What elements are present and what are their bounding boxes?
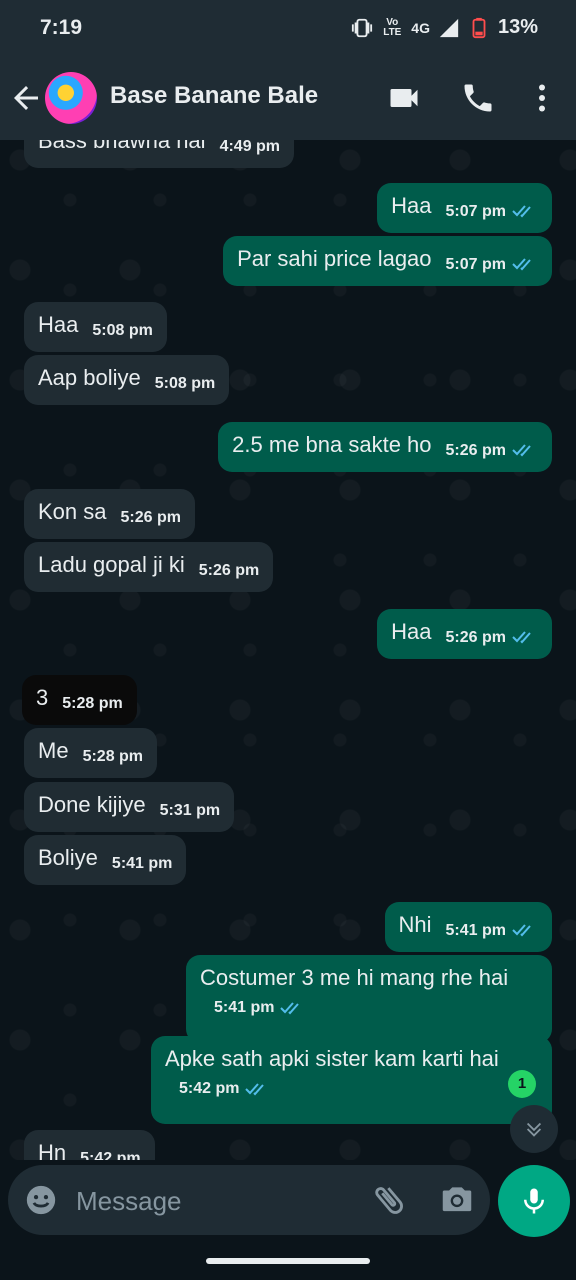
message-in[interactable]: 3 5:28 pm xyxy=(22,675,137,725)
avatar[interactable] xyxy=(45,72,97,124)
message-time: 5:41 pm xyxy=(445,922,506,939)
message-out[interactable]: Apke sath apki sister kam karti hai 5:42… xyxy=(151,1036,552,1124)
message-time: 5:28 pm xyxy=(62,695,123,712)
message-out[interactable]: Par sahi price lagao 5:07 pm xyxy=(223,236,552,286)
message-text: 2.5 me bna sakte ho xyxy=(232,432,432,457)
message-text: Aap boliye xyxy=(38,365,141,390)
message-time: 5:07 pm xyxy=(445,203,506,220)
status-bar: 7:19 Vo LTE 4G 13% xyxy=(0,0,576,58)
message-in[interactable]: Haa 5:08 pm xyxy=(24,302,167,352)
message-time: 5:31 pm xyxy=(159,802,221,819)
message-time: 5:26 pm xyxy=(120,509,181,526)
battery-percent: 13% xyxy=(497,16,538,38)
message-in[interactable]: Boliye 5:41 pm xyxy=(24,835,187,885)
message-time: 5:08 pm xyxy=(92,322,153,339)
chat-header: Base Banane Bale xyxy=(0,58,576,140)
read-ticks-icon xyxy=(512,183,538,219)
network-label: 4G xyxy=(411,19,430,36)
read-ticks-icon xyxy=(280,1000,306,1016)
message-meta: 5:42 pm xyxy=(165,1080,271,1098)
contact-name[interactable]: Base Banane Bale xyxy=(110,82,318,110)
attach-icon[interactable] xyxy=(370,1181,408,1219)
message-out[interactable]: Nhi 5:41 pm xyxy=(384,902,552,952)
message-out[interactable]: Costumer 3 me hi mang rhe hai 5:41 pm xyxy=(186,955,552,1043)
message-text: Haa xyxy=(391,193,432,218)
status-time: 7:19 xyxy=(40,16,83,39)
read-ticks-icon xyxy=(512,609,538,645)
battery-icon xyxy=(472,17,486,38)
read-ticks-icon xyxy=(245,1081,271,1097)
message-text: Boliye xyxy=(38,845,98,870)
message-time: 5:42 pm xyxy=(179,1080,240,1097)
camera-icon[interactable] xyxy=(438,1181,476,1219)
message-text: Haa xyxy=(391,619,432,644)
message-time: 5:41 pm xyxy=(214,999,275,1016)
message-time: 4:49 pm xyxy=(219,140,281,155)
message-text: Apke sath apki sister kam karti hai xyxy=(165,1046,499,1071)
message-in[interactable]: Me 5:28 pm xyxy=(24,728,158,778)
home-indicator[interactable] xyxy=(206,1258,370,1264)
message-input-bar xyxy=(8,1165,490,1235)
message-input[interactable] xyxy=(74,1183,358,1219)
message-time: 5:26 pm xyxy=(445,442,506,459)
phone-icon[interactable] xyxy=(460,80,496,116)
scroll-to-bottom-button[interactable] xyxy=(510,1105,558,1153)
message-text: Kon sa xyxy=(38,499,107,524)
message-in[interactable]: Ladu gopal ji ki 5:26 pm xyxy=(24,542,274,592)
message-text: Costumer 3 me hi mang rhe hai xyxy=(200,965,509,990)
mic-icon xyxy=(524,1188,544,1214)
vibrate-icon xyxy=(352,18,373,37)
message-time: 5:07 pm xyxy=(445,256,506,273)
status-icons: Vo LTE 4G 13% xyxy=(351,16,538,39)
message-out[interactable]: Haa 5:26 pm xyxy=(377,609,552,659)
message-text: Par sahi price lagao xyxy=(237,246,432,271)
read-ticks-icon xyxy=(512,236,538,272)
message-time: 5:26 pm xyxy=(198,562,260,579)
message-time: 5:42 pm xyxy=(80,1150,141,1160)
message-text: Done kijiye xyxy=(38,792,146,817)
double-chevron-down-icon xyxy=(526,1122,542,1137)
message-text: Haa xyxy=(38,312,79,337)
message-time: 5:41 pm xyxy=(111,855,173,872)
signal-icon xyxy=(439,18,459,37)
volte-label: Vo LTE xyxy=(383,16,402,38)
chat-area[interactable]: Bass bhawna hai 4:49 pm Haa 5:07 pm Par sa… xyxy=(0,140,576,1160)
message-time: 5:08 pm xyxy=(154,375,216,392)
message-out[interactable]: 2.5 me bna sakte ho 5:26 pm xyxy=(218,422,552,472)
message-meta: 5:41 pm xyxy=(200,999,306,1017)
message-in[interactable]: Bass bhawna hai 4:49 pm xyxy=(24,140,295,168)
message-in[interactable]: Hn 5:42 pm xyxy=(24,1130,155,1160)
video-call-icon[interactable] xyxy=(386,80,422,116)
message-text: 3 xyxy=(36,685,49,710)
message-in[interactable]: Kon sa 5:26 pm xyxy=(24,489,195,539)
unread-count-badge: 1 xyxy=(508,1070,536,1098)
message-text: Ladu gopal ji ki xyxy=(38,552,185,577)
message-time: 5:26 pm xyxy=(445,629,506,646)
message-in[interactable]: Done kijiye 5:31 pm xyxy=(24,782,235,832)
message-out[interactable]: Haa 5:07 pm xyxy=(377,183,552,233)
voice-message-button[interactable] xyxy=(498,1165,570,1237)
read-ticks-icon xyxy=(512,902,538,938)
message-text: Nhi xyxy=(398,912,432,937)
read-ticks-icon xyxy=(512,422,538,458)
message-text: Bass bhawna hai xyxy=(38,140,206,153)
message-in[interactable]: Aap boliye 5:08 pm xyxy=(24,355,230,405)
more-vert-icon[interactable] xyxy=(524,80,560,116)
back-arrow-icon[interactable] xyxy=(8,80,44,116)
message-text: Me xyxy=(38,738,69,763)
message-time: 5:28 pm xyxy=(82,748,144,765)
emoji-icon[interactable] xyxy=(24,1183,58,1217)
message-text: Hn xyxy=(38,1140,67,1160)
